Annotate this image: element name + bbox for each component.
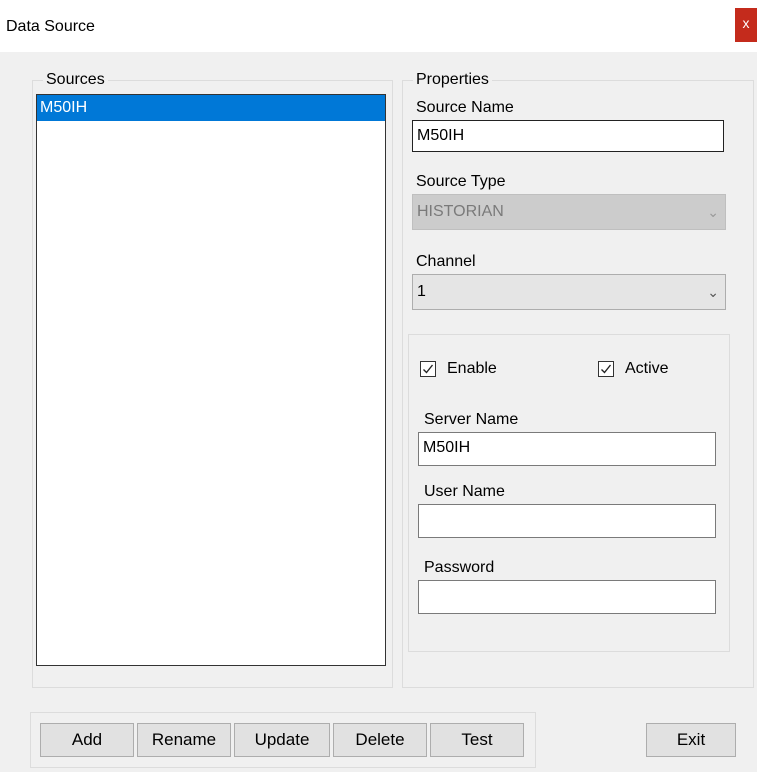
active-label[interactable]: Active <box>625 359 669 379</box>
source-type-select: HISTORIAN ⌄ <box>412 194 726 230</box>
close-button[interactable]: x <box>735 8 757 42</box>
active-checkbox[interactable] <box>598 361 614 377</box>
channel-label: Channel <box>416 253 476 270</box>
delete-button[interactable]: Delete <box>333 723 427 757</box>
window-title: Data Source <box>6 18 95 35</box>
password-input[interactable] <box>418 580 716 614</box>
chevron-down-icon: ⌄ <box>707 204 719 220</box>
checkmark-icon <box>423 364 434 374</box>
chevron-down-icon[interactable]: ⌄ <box>707 275 719 309</box>
title-bar: Data Source x <box>0 0 757 52</box>
checkmark-icon <box>601 364 612 374</box>
rename-button[interactable]: Rename <box>137 723 231 757</box>
source-name-input[interactable]: M50IH <box>412 120 724 152</box>
close-icon: x <box>742 15 750 31</box>
server-name-label: Server Name <box>424 411 519 428</box>
sources-listbox[interactable]: M50IH <box>36 94 386 666</box>
sources-legend: Sources <box>43 70 108 90</box>
properties-legend: Properties <box>413 70 492 90</box>
channel-value: 1 <box>417 283 426 300</box>
password-label: Password <box>424 559 495 576</box>
test-button[interactable]: Test <box>430 723 524 757</box>
enable-label[interactable]: Enable <box>447 359 497 379</box>
source-name-label: Source Name <box>416 99 514 116</box>
source-type-label: Source Type <box>416 173 506 190</box>
user-name-label: User Name <box>424 483 505 500</box>
channel-select[interactable]: 1 ⌄ <box>412 274 726 310</box>
update-button[interactable]: Update <box>234 723 330 757</box>
enable-checkbox[interactable] <box>420 361 436 377</box>
exit-button[interactable]: Exit <box>646 723 736 757</box>
source-type-value: HISTORIAN <box>417 203 504 220</box>
add-button[interactable]: Add <box>40 723 134 757</box>
list-item[interactable]: M50IH <box>37 95 385 121</box>
server-name-input[interactable]: M50IH <box>418 432 716 466</box>
user-name-input[interactable] <box>418 504 716 538</box>
